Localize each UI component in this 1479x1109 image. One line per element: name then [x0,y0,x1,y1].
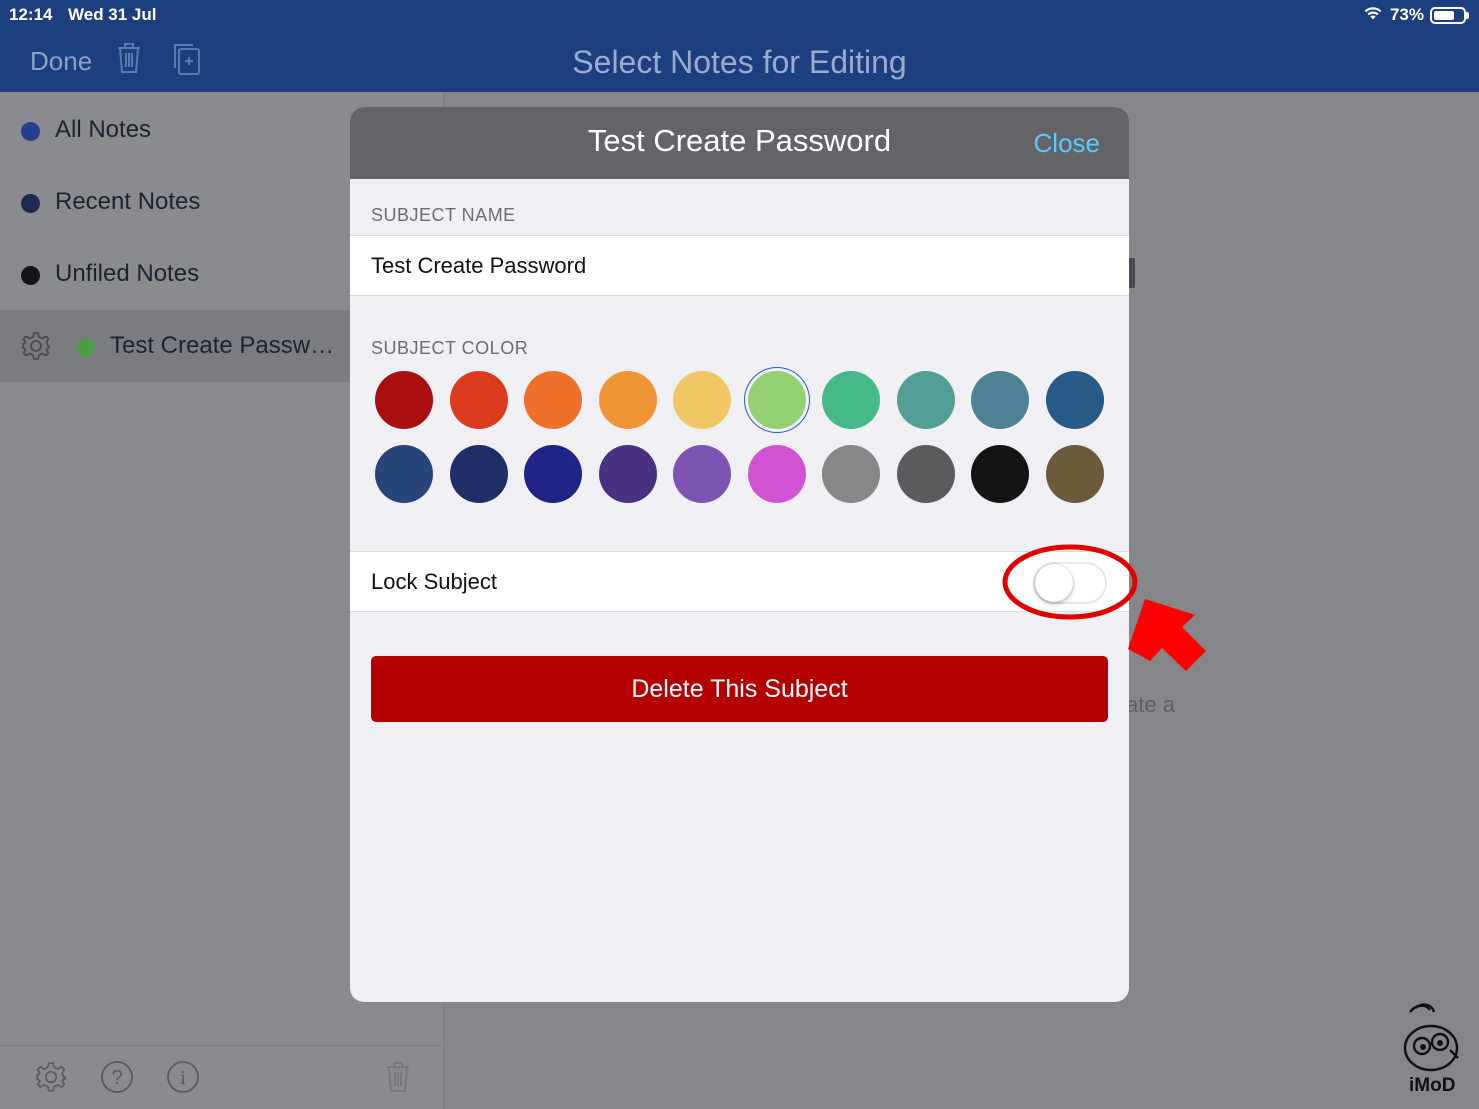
lock-subject-label: Lock Subject [371,569,497,594]
color-swatch[interactable] [449,371,508,429]
battery-percent: 73% [1389,5,1424,24]
subject-color-dot [21,266,40,285]
subject-name-value: Test Create Password [371,253,587,278]
delete-subject-label: Delete This Subject [631,674,848,703]
sidebar-item-label: Recent Notes [55,188,201,215]
color-swatch[interactable] [598,445,657,503]
color-swatch[interactable] [449,445,508,503]
svg-text:i: i [180,1067,186,1089]
wifi-icon [1362,4,1384,26]
settings-gear-icon[interactable] [34,1060,68,1099]
battery-icon [1430,6,1469,24]
color-swatch[interactable] [598,371,657,429]
color-swatch[interactable] [673,445,731,503]
empty-state-hint: ate a [1126,692,1175,717]
color-swatch[interactable] [375,371,433,429]
color-swatch[interactable] [822,445,880,503]
color-swatch[interactable] [673,371,731,429]
color-swatch[interactable] [971,371,1029,429]
highlight-annotation [1002,544,1206,671]
color-swatch[interactable] [971,445,1029,503]
color-swatch[interactable] [524,371,582,429]
subject-color-dot [21,194,40,213]
subject-color-dot [21,122,40,141]
subject-color-label: SUBJECT COLOR [371,338,529,358]
imod-logo-icon [1403,1003,1459,1072]
status-indicators: 73% [1362,4,1469,26]
color-swatch[interactable] [896,445,955,503]
close-button[interactable]: Close [1034,128,1100,159]
navigation-bar: 12:14 Wed 31 Jul 73% Done Select Notes f… [0,0,1479,92]
gear-icon[interactable] [20,330,52,367]
info-icon[interactable]: i [166,1060,200,1099]
help-icon[interactable]: ? [100,1060,134,1099]
color-swatch[interactable] [375,445,433,503]
subject-color-dot [76,338,95,357]
page-title: Select Notes for Editing [572,44,907,80]
delete-subject-button[interactable]: Delete This Subject [371,656,1108,722]
color-swatch[interactable] [1045,445,1104,503]
status-date: Wed 31 Jul [68,5,157,24]
sidebar-item-label: Unfiled Notes [55,260,200,287]
trash-icon[interactable] [385,1060,411,1099]
watermark-text: iMoD [1409,1075,1456,1096]
modal-title: Test Create Password [587,123,892,158]
color-swatch[interactable] [747,371,806,429]
subject-name-field[interactable]: Test Create Password [350,235,1129,296]
color-swatch[interactable] [896,371,955,429]
status-time: 12:14 [9,5,53,24]
svg-text:?: ? [111,1067,122,1089]
color-swatch[interactable] [1045,371,1104,429]
sidebar-item-label: Test Create Passw… [110,332,335,359]
sidebar-item-label: All Notes [55,116,152,143]
sidebar-toolbar: ? i [0,1045,444,1109]
color-swatch[interactable] [747,445,806,503]
color-swatch[interactable] [524,445,582,503]
color-swatch[interactable] [822,371,880,429]
subject-name-label: SUBJECT NAME [371,205,516,225]
modal-header: Test Create Password Close [350,107,1129,179]
